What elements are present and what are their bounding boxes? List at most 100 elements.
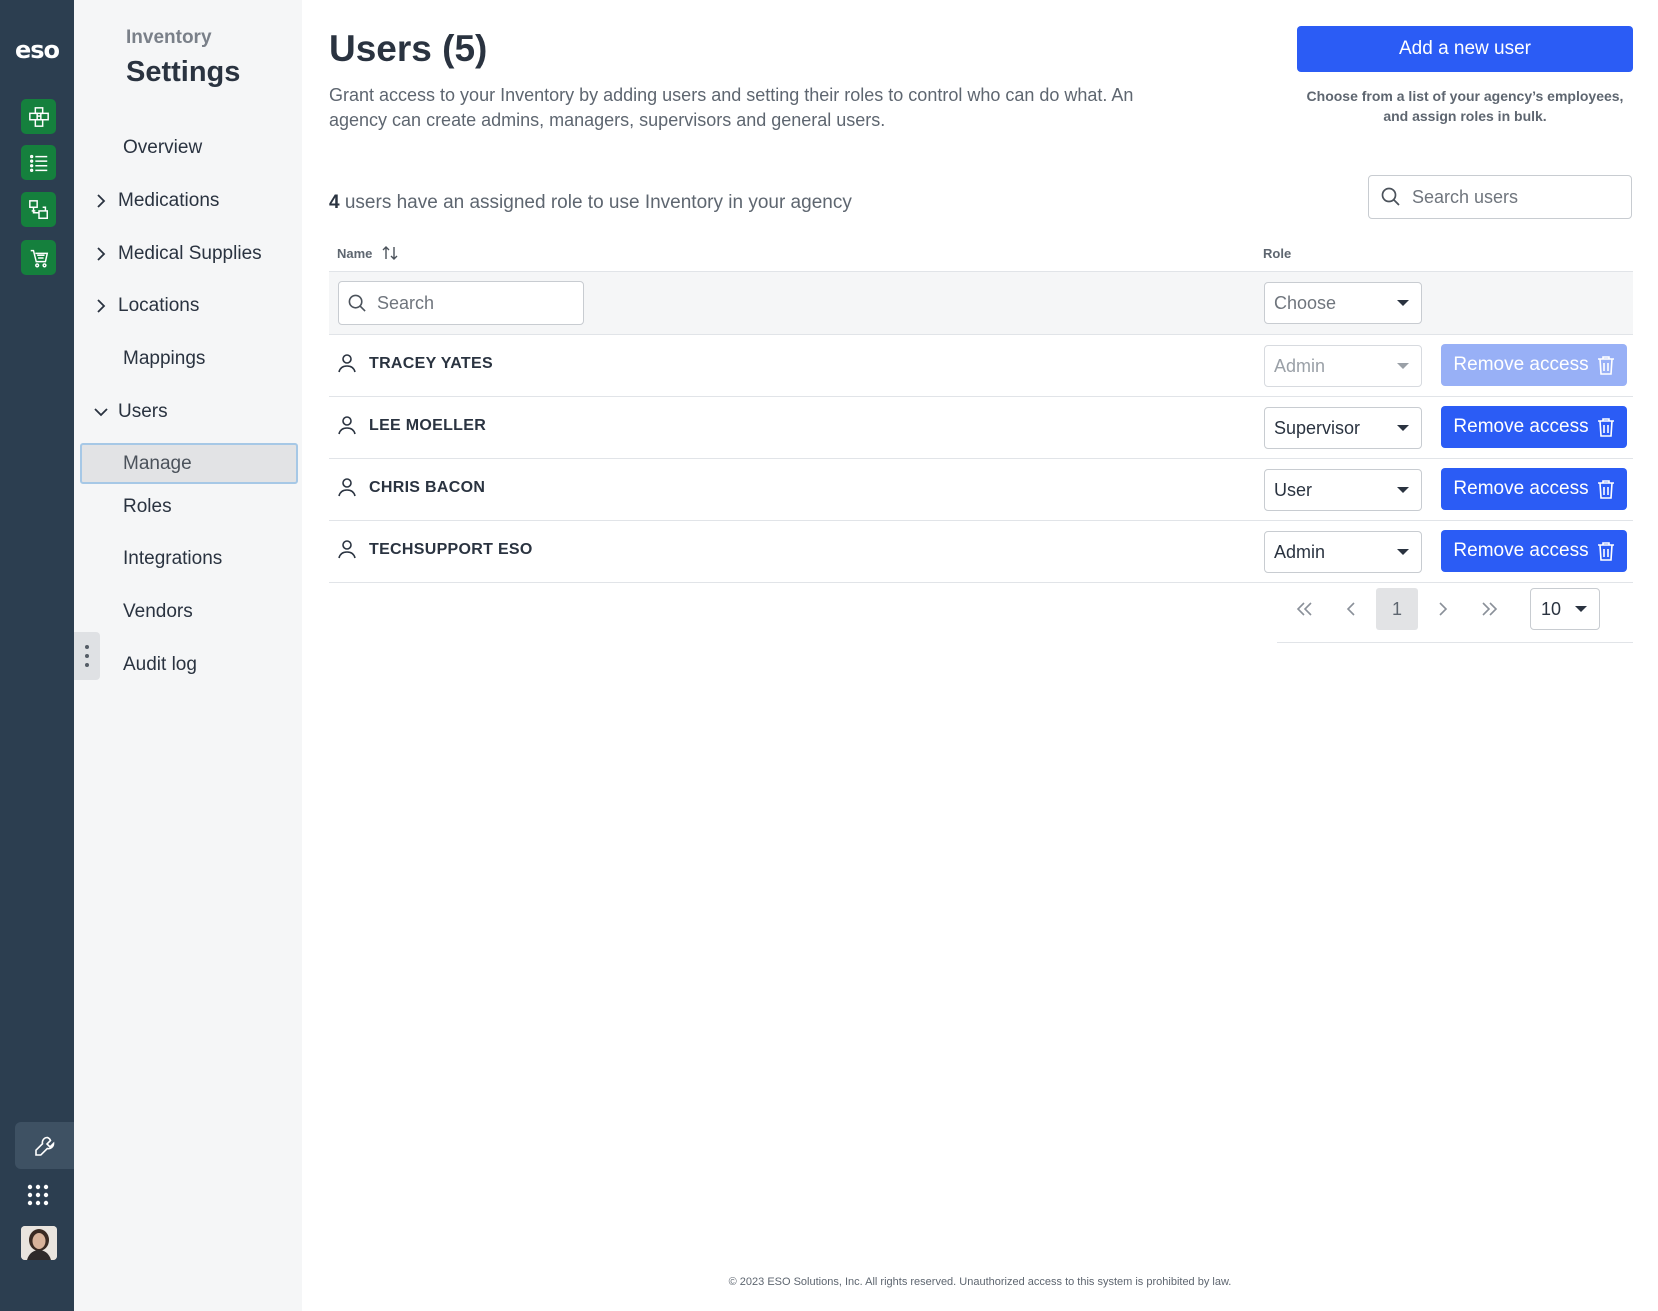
caret-down-icon bbox=[1397, 363, 1409, 369]
caret-down-icon bbox=[1397, 425, 1409, 431]
search-users-field[interactable] bbox=[1368, 175, 1632, 219]
sidebar-item-medical-supplies[interactable]: Medical Supplies bbox=[74, 234, 302, 274]
sidebar-item-label: Mappings bbox=[123, 348, 206, 369]
user-name: TRACEY YATES bbox=[369, 355, 493, 372]
name-filter-field[interactable] bbox=[338, 281, 584, 325]
sidebar-item-integrations[interactable]: Integrations bbox=[74, 539, 302, 579]
chevron-right-icon bbox=[97, 299, 106, 313]
sidebar-item-users[interactable]: Users bbox=[74, 392, 302, 432]
sidebar-item-label: Manage bbox=[123, 452, 192, 474]
sidebar-item-label: Medical Supplies bbox=[118, 243, 262, 264]
prev-page-icon[interactable] bbox=[1330, 588, 1372, 630]
settings-sidebar: Inventory Settings Overview Medications … bbox=[74, 0, 302, 1311]
column-name-label: Name bbox=[337, 245, 373, 261]
role-select[interactable]: Supervisor bbox=[1264, 407, 1422, 449]
column-name[interactable]: Name bbox=[337, 245, 398, 261]
section-title: Settings bbox=[126, 56, 241, 88]
list-icon[interactable] bbox=[21, 145, 56, 180]
sidebar-item-label: Overview bbox=[123, 137, 203, 158]
user-icon bbox=[338, 416, 356, 435]
role-select[interactable]: User bbox=[1264, 469, 1422, 511]
sidebar-item-vendors[interactable]: Vendors bbox=[74, 592, 302, 632]
users-count-text: users have an assigned role to use Inven… bbox=[339, 192, 852, 213]
column-role: Role bbox=[1263, 246, 1292, 261]
trash-icon bbox=[1597, 480, 1614, 499]
trash-icon bbox=[1597, 356, 1614, 375]
page-number[interactable]: 1 bbox=[1376, 588, 1418, 630]
sort-icon[interactable] bbox=[382, 245, 398, 261]
role-filter-value: Choose bbox=[1274, 292, 1337, 313]
apps-grid-icon[interactable] bbox=[25, 1182, 51, 1208]
sidebar-item-mappings[interactable]: Mappings bbox=[74, 339, 302, 379]
per-page-value: 10 bbox=[1541, 598, 1562, 619]
trash-icon bbox=[1597, 418, 1614, 437]
search-icon bbox=[1381, 187, 1400, 206]
table-header: Name Role bbox=[329, 236, 1633, 272]
users-count-number: 4 bbox=[329, 192, 340, 213]
chevron-right-icon bbox=[97, 247, 106, 261]
search-users-input[interactable] bbox=[1410, 185, 1614, 209]
sidebar-item-label: Locations bbox=[118, 295, 200, 316]
page-description: Grant access to your Inventory by adding… bbox=[329, 85, 1134, 130]
remove-access-label: Remove access bbox=[1453, 416, 1589, 437]
wrench-icon[interactable] bbox=[15, 1122, 74, 1169]
sidebar-item-label: Audit log bbox=[123, 654, 197, 675]
user-name: TECHSUPPORT ESO bbox=[369, 541, 533, 558]
remove-access-label: Remove access bbox=[1453, 354, 1589, 375]
trash-icon bbox=[1597, 542, 1614, 561]
sidebar-item-label: Roles bbox=[123, 496, 172, 517]
per-page-select[interactable]: 10 bbox=[1530, 588, 1600, 630]
role-select-value: Supervisor bbox=[1274, 417, 1361, 438]
add-user-hint: Choose from a list of your agency’s empl… bbox=[1306, 88, 1624, 124]
user-name: LEE MOELLER bbox=[369, 417, 487, 434]
cart-icon[interactable] bbox=[21, 240, 56, 275]
user-avatar[interactable] bbox=[21, 1226, 57, 1260]
main-content: Users (5) Grant access to your Inventory… bbox=[302, 0, 1658, 1311]
remove-access-label: Remove access bbox=[1453, 540, 1589, 561]
user-name: CHRIS BACON bbox=[369, 479, 486, 496]
transfer-icon[interactable] bbox=[21, 192, 56, 227]
sidebar-collapse-handle[interactable] bbox=[74, 632, 100, 680]
remove-access-label: Remove access bbox=[1453, 478, 1589, 499]
sidebar-item-overview[interactable]: Overview bbox=[74, 128, 302, 168]
role-select: Admin bbox=[1264, 345, 1422, 387]
next-page-icon[interactable] bbox=[1422, 588, 1464, 630]
remove-access-button[interactable]: Remove access bbox=[1441, 468, 1627, 510]
role-select-value: Admin bbox=[1274, 541, 1326, 562]
dashboard-grid-icon[interactable] bbox=[21, 99, 56, 134]
sidebar-item-roles[interactable]: Roles bbox=[74, 487, 302, 527]
sidebar-item-medications[interactable]: Medications bbox=[74, 181, 302, 221]
remove-access-button: Remove access bbox=[1441, 344, 1627, 386]
user-icon bbox=[338, 540, 356, 559]
sidebar-item-locations[interactable]: Locations bbox=[74, 286, 302, 326]
caret-down-icon bbox=[1397, 487, 1409, 493]
table-row: CHRIS BACON User Remove access bbox=[329, 459, 1633, 521]
caret-down-icon bbox=[1397, 549, 1409, 555]
chevron-right-icon bbox=[97, 194, 106, 208]
chevron-down-icon bbox=[94, 408, 108, 417]
first-page-icon[interactable] bbox=[1284, 588, 1326, 630]
page-title: Users (5) bbox=[329, 28, 488, 69]
app-name: Inventory bbox=[126, 27, 212, 48]
app-rail: eso bbox=[0, 0, 74, 1311]
user-icon bbox=[338, 354, 356, 373]
sidebar-item-label: Users bbox=[118, 401, 168, 422]
sidebar-item-label: Medications bbox=[118, 190, 220, 211]
eso-logo[interactable]: eso bbox=[0, 36, 74, 64]
role-select-value: Admin bbox=[1274, 355, 1326, 376]
footer-copyright: © 2023 ESO Solutions, Inc. All rights re… bbox=[728, 1276, 1232, 1288]
filter-row: Choose bbox=[329, 272, 1633, 335]
last-page-icon[interactable] bbox=[1468, 588, 1510, 630]
sidebar-item-manage[interactable]: Manage bbox=[80, 443, 298, 484]
remove-access-button[interactable]: Remove access bbox=[1441, 406, 1627, 448]
sidebar-item-audit-log[interactable]: Audit log bbox=[74, 645, 302, 685]
pagination: 1 10 bbox=[1277, 588, 1633, 643]
role-filter-select[interactable]: Choose bbox=[1264, 282, 1422, 324]
add-user-button[interactable]: Add a new user bbox=[1297, 26, 1633, 72]
user-icon bbox=[338, 478, 356, 497]
name-filter-input[interactable] bbox=[375, 291, 579, 315]
caret-down-icon bbox=[1575, 606, 1587, 612]
role-select[interactable]: Admin bbox=[1264, 531, 1422, 573]
users-table: Name Role Choose TRACEY YATES Admin bbox=[329, 236, 1633, 583]
remove-access-button[interactable]: Remove access bbox=[1441, 530, 1627, 572]
